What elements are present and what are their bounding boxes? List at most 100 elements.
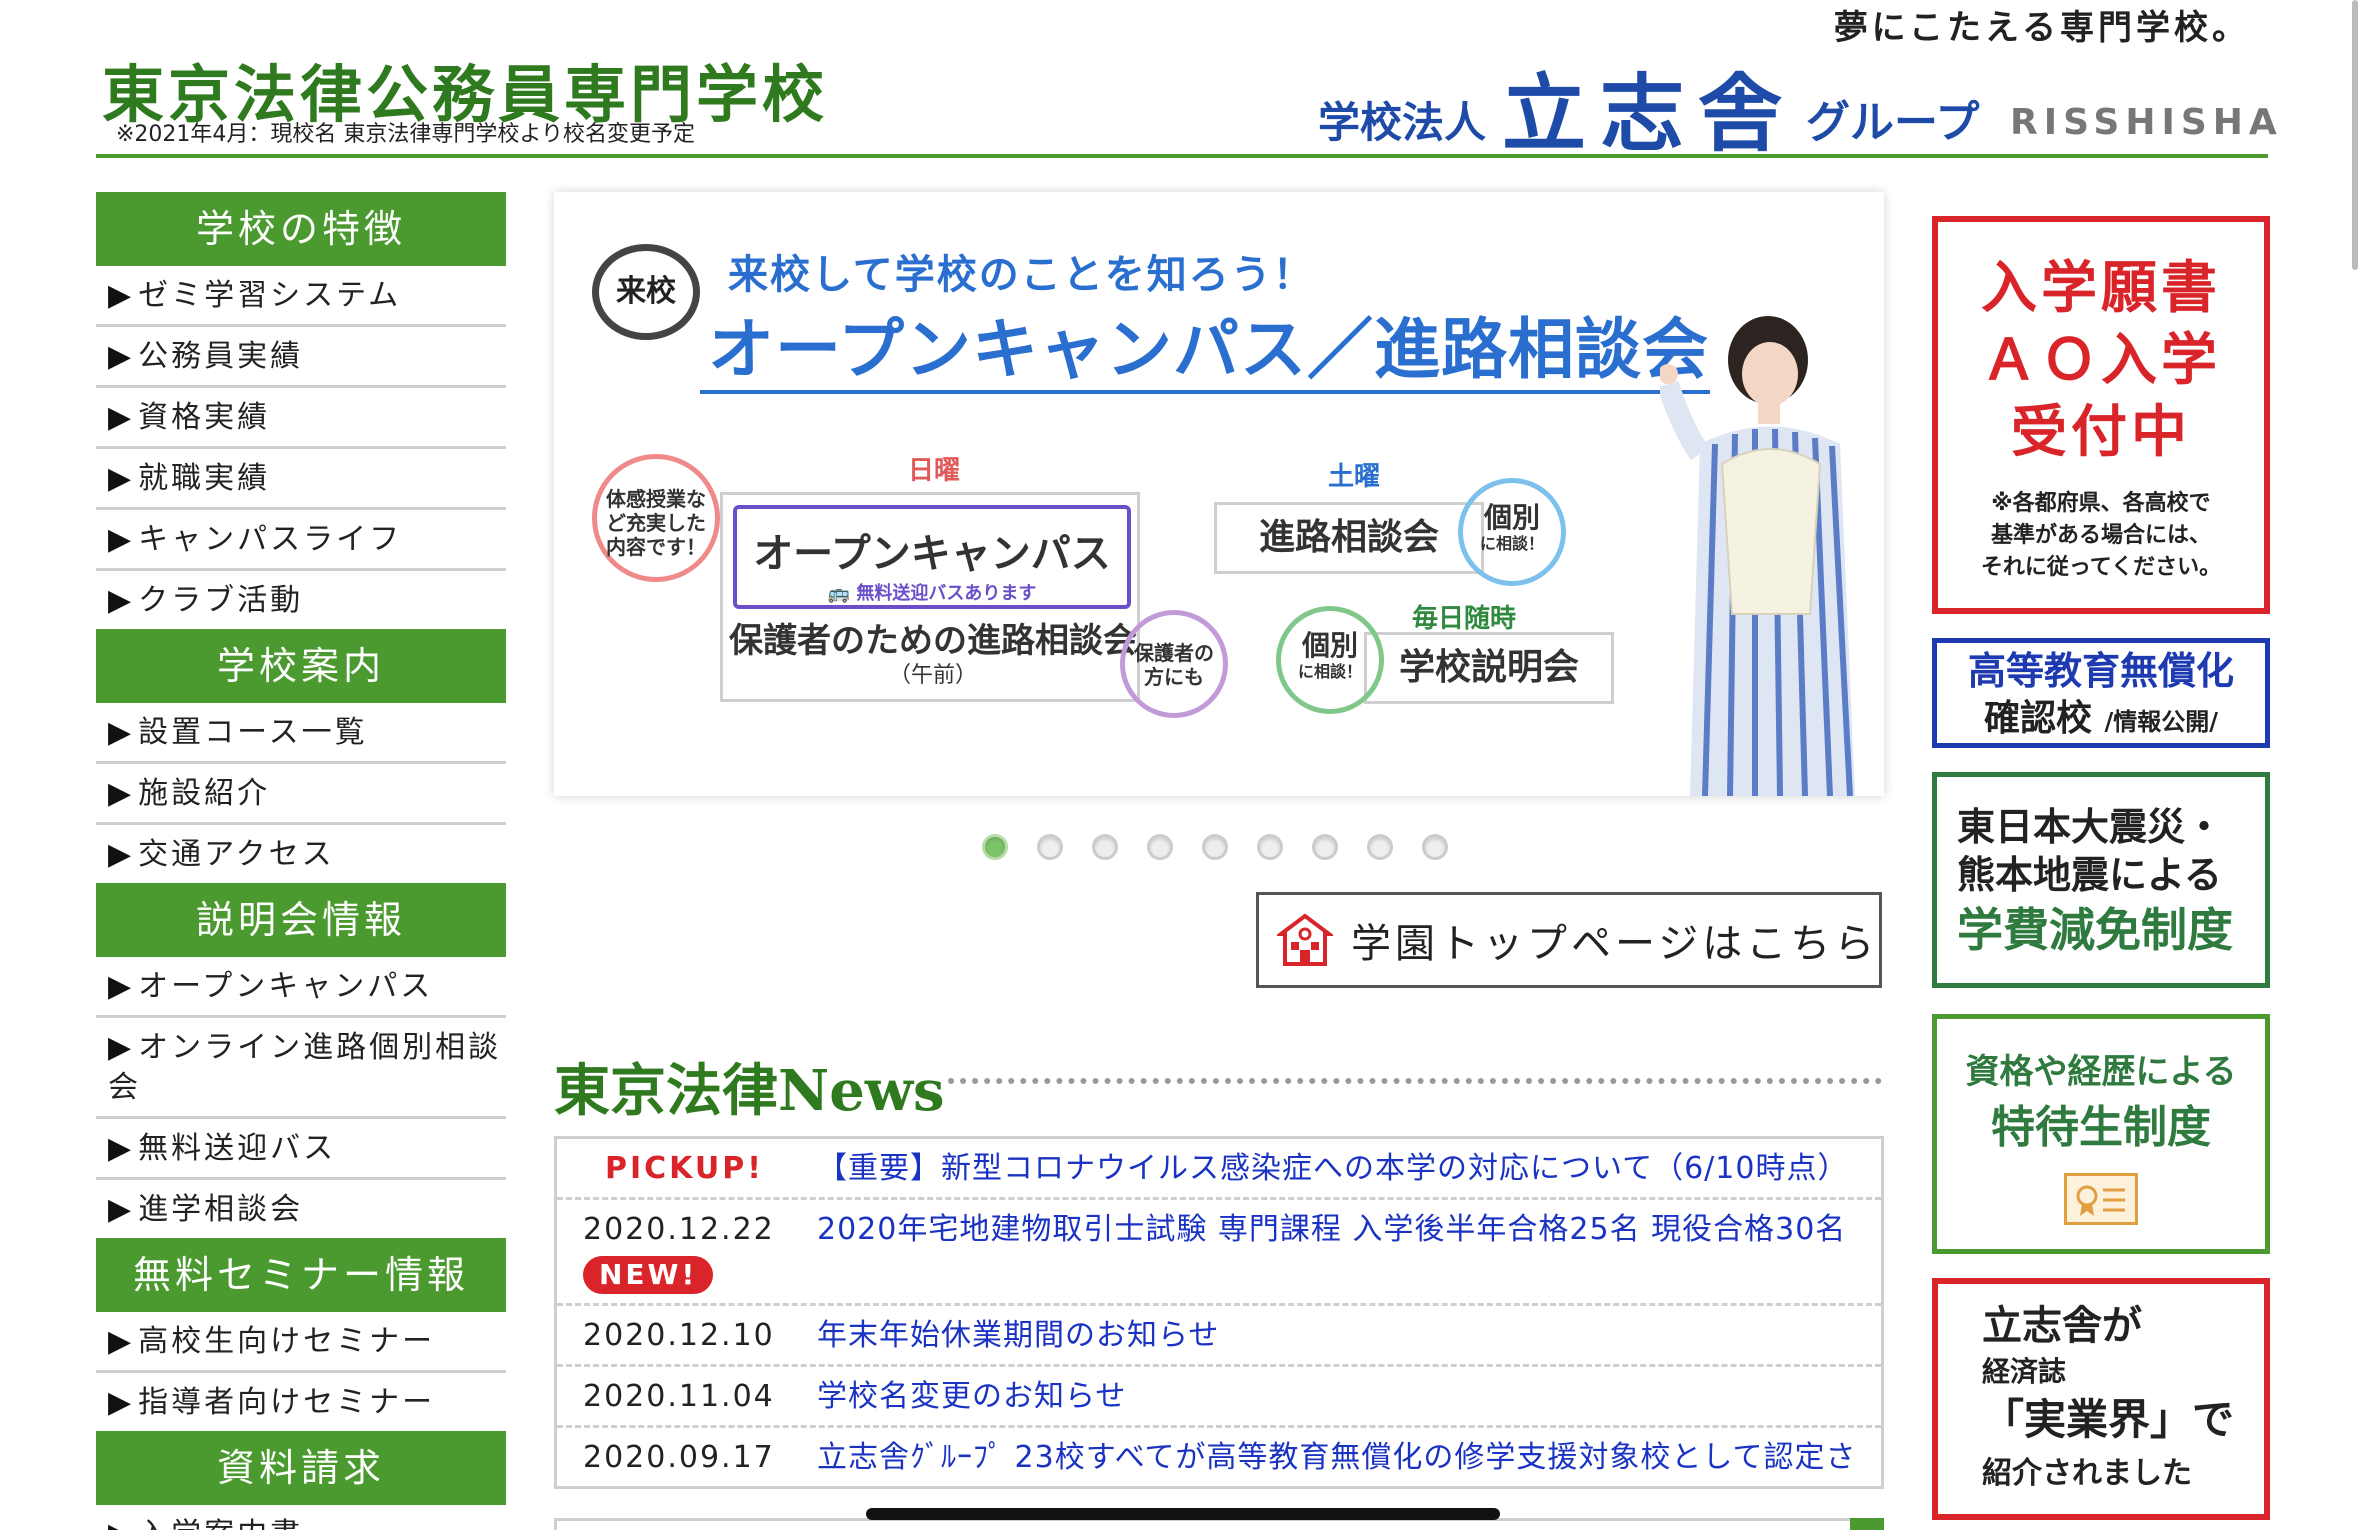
tagline: 夢にこたえる専門学校。 [1833,8,2250,48]
page-scrollbar[interactable] [2352,0,2358,270]
quake-line-2: 熊本地震による [1957,852,2222,897]
triangle-right-icon: ▶ [108,776,135,811]
news-row: 2020.12.10 年末年始休業期間のお知らせ [557,1306,1881,1367]
nav-item-course-list[interactable]: ▶ 設置コース一覧 [96,703,506,764]
triangle-right-icon: ▶ [108,461,135,496]
scholarship-line-1: 資格や経歴による [1965,1052,2237,1092]
news-title-dotted-rule [948,1078,1882,1084]
nav-item-civil-service-results[interactable]: ▶ 公務員実績 [96,327,506,388]
header-divider [96,154,2268,158]
media-line-4: 紹介されました [1982,1456,2192,1491]
slider-dot-2[interactable] [1037,834,1063,860]
corp-name: 立志舎 [1502,65,1797,163]
media-feature-banner[interactable]: 立志舎が 経済誌 「実業界」で 紹介されました [1932,1278,2270,1520]
slider-dot-9[interactable] [1422,834,1448,860]
corp-prefix: 学校法人 [1318,98,1487,147]
guardian-circle: 保護者の方にも [1120,610,1228,718]
slider-dot-7[interactable] [1312,834,1338,860]
free-tuition-line-2: 確認校 /情報公開/ [1983,697,2219,739]
nav-heading-free-seminars[interactable]: 無料セミナー情報 [96,1238,506,1312]
media-line-2: 経済誌 [1982,1355,2067,1388]
news-row: 2020.11.04 学校名変更のお知らせ [557,1367,1881,1428]
bus-note: 🚌 無料送迎バスあります [827,583,1037,604]
nav-heading-features[interactable]: 学校の特徴 [96,192,506,266]
free-tuition-banner[interactable]: 高等教育無償化 確認校 /情報公開/ [1932,638,2270,748]
individual-circle-blue: 個別 に相談！ [1458,478,1566,586]
triangle-right-icon: ▶ [108,715,135,750]
triangle-right-icon: ▶ [108,1385,135,1420]
nav-item-student-seminar[interactable]: ▶ 高校生向けセミナー [96,1312,506,1373]
nav-item-access[interactable]: ▶ 交通アクセス [96,825,506,883]
triangle-right-icon: ▶ [108,1324,135,1359]
earthquake-relief-banner[interactable]: 東日本大震災・ 熊本地震による 学費減免制度 [1932,772,2270,988]
title-underline [700,390,1710,394]
nav-item-free-bus[interactable]: ▶ 無料送迎バス [96,1119,506,1180]
nav-item-seminar-system[interactable]: ▶ ゼミ学習システム [96,266,506,327]
nav-heading-request-materials[interactable]: 資料請求 [96,1431,506,1505]
school-building-icon [1277,913,1333,966]
triangle-right-icon: ▶ [108,1192,135,1227]
triangle-right-icon: ▶ [108,837,135,872]
scholarship-banner[interactable]: 資格や経歴による 特待生制度 [1932,1014,2270,1254]
guardian-session-label: 保護者のための進路相談会 [729,621,1137,661]
individual-circle-green: 個別 に相談！ [1276,606,1384,714]
news-link[interactable]: 2020年宅地建物取引士試験 専門課程 入学後半年合格25名 現役合格30名 [817,1208,1846,1252]
apply-line-2: ＡＯ入学 [1981,327,2221,393]
nav-item-qualification-results[interactable]: ▶ 資格実績 [96,388,506,449]
nav-item-facilities[interactable]: ▶ 施設紹介 [96,764,506,825]
news-link[interactable]: 立志舎ｸﾞﾙｰﾌﾟ 23校すべてが高等教育無償化の修学支援対象校として認定さ [817,1436,1857,1480]
slider-dot-5[interactable] [1202,834,1228,860]
triangle-right-icon: ▶ [108,339,135,374]
nav-item-employment-results[interactable]: ▶ 就職実績 [96,449,506,510]
quake-line-1: 東日本大震災・ [1957,804,2224,849]
home-indicator[interactable] [866,1508,1500,1520]
nav-heading-school-guide[interactable]: 学校案内 [96,629,506,703]
slider-dot-6[interactable] [1257,834,1283,860]
slider-dot-4[interactable] [1147,834,1173,860]
school-briefing-box: 学校説明会 [1364,632,1614,704]
corporation-logo[interactable]: 学校法人 立志舎 グループ [1318,72,1979,156]
slide-title: オープンキャンパス／進路相談会 [708,311,1710,388]
news-section-title: 東京法律News [554,1058,945,1124]
news-row-pickup: PICKUP! 【重要】新型コロナウイルス感染症への本学の対応について（6/10… [557,1139,1881,1200]
nav-item-career-consultation[interactable]: ▶ 進学相談会 [96,1180,506,1238]
nav-item-campus-life[interactable]: ▶ キャンパスライフ [96,510,506,571]
corp-suffix: グループ [1806,97,1980,148]
nav-item-teacher-seminar[interactable]: ▶ 指導者向けセミナー [96,1373,506,1431]
saturday-label: 土曜 [1328,462,1381,492]
hero-slider[interactable]: 来校 来校して学校のことを知ろう！ オープンキャンパス／進路相談会 体感授業など… [554,192,1884,796]
open-campus-label: オープンキャンパス [753,531,1111,577]
media-line-3: 「実業界」で [1982,1395,2235,1444]
speech-bubble: 来校 [592,244,700,340]
apply-line-3: 受付中 [2011,399,2191,465]
media-line-1: 立志舎が [1982,1302,2142,1349]
nav-item-open-campus[interactable]: ▶ オープンキャンパス [96,957,506,1018]
application-banner[interactable]: 入学願書 ＡＯ入学 受付中 ※各都府県、各高校で 基準がある場合には、 それに従… [1932,216,2270,614]
news-link[interactable]: 年末年始休業期間のお知らせ [817,1314,1219,1358]
new-badge: NEW! [583,1256,714,1294]
academy-top-page-button[interactable]: 学園トップページはこちら [1256,892,1882,988]
free-tuition-line-1: 高等教育無償化 [1967,648,2234,693]
news-list: PICKUP! 【重要】新型コロナウイルス感染症への本学の対応について（6/10… [554,1136,1884,1489]
bus-icon: 🚌 [827,583,857,604]
apply-note-2: 基準がある場合には、 [1990,523,2211,548]
nav-heading-briefings[interactable]: 説明会情報 [96,883,506,957]
nav-item-club-activities[interactable]: ▶ クラブ活動 [96,571,506,629]
news-date: 2020.11.04 [583,1379,775,1414]
triangle-right-icon: ▶ [108,969,135,1004]
guardian-session-time: （午前） [888,663,977,688]
slider-dot-1[interactable] [982,834,1008,860]
news-date: 2020.12.10 [583,1318,775,1353]
nav-item-admission-guide[interactable]: ▶入学案内書 [96,1505,506,1530]
triangle-right-icon: ▶ [108,278,135,313]
slider-dot-3[interactable] [1092,834,1118,860]
triangle-right-icon: ▶ [108,583,135,618]
news-link[interactable]: 【重要】新型コロナウイルス感染症への本学の対応について（6/10時点） [817,1147,1848,1191]
side-navigation: 学校の特徴 ▶ ゼミ学習システム ▶ 公務員実績 ▶ 資格実績 ▶ 就職実績 ▶ キャンパ… [96,192,506,1530]
news-link[interactable]: 学校名変更のお知らせ [817,1375,1126,1419]
corp-english-name: RISSHISHA [2010,102,2283,143]
news-date: 2020.12.22 NEW! [557,1208,817,1297]
nav-item-online-consultation[interactable]: ▶ オンライン進路個別相談会 [96,1018,506,1119]
triangle-right-icon: ▶ [108,400,135,435]
slider-dot-8[interactable] [1367,834,1393,860]
